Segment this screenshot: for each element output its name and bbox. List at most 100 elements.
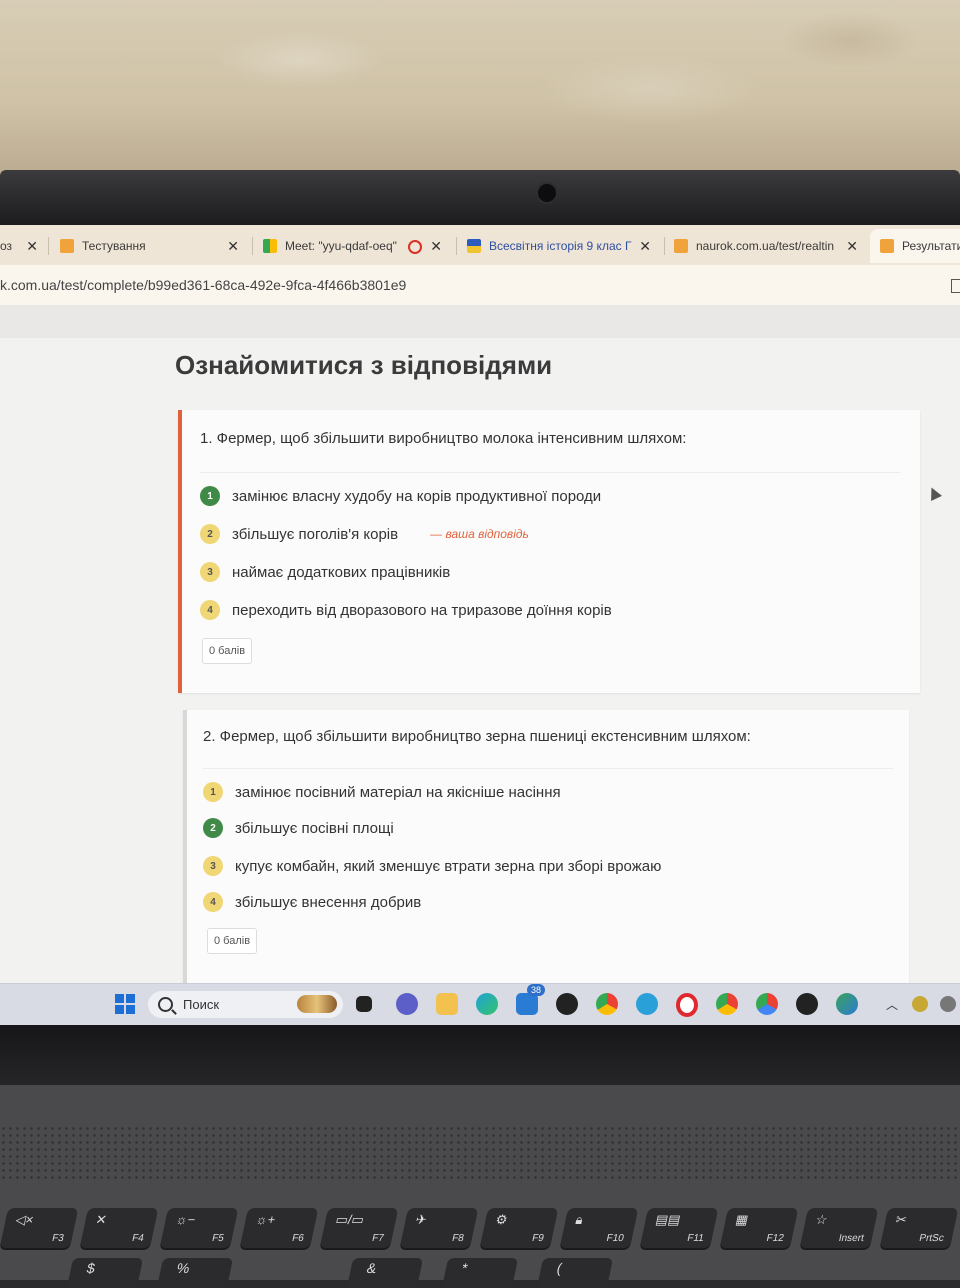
- mute-icon: ◁×: [14, 1212, 35, 1227]
- key-7[interactable]: &: [346, 1258, 424, 1288]
- answer-option: 2 збільшує поголів'я корів — ваша відпов…: [200, 524, 529, 544]
- close-icon[interactable]: ✕: [227, 238, 239, 255]
- key-f9[interactable]: ⚙ F9: [479, 1208, 559, 1248]
- answer-number: 3: [203, 856, 223, 876]
- key-5[interactable]: %: [156, 1258, 234, 1288]
- app-w2-icon[interactable]: [796, 993, 818, 1015]
- chrome-profile-icon[interactable]: [596, 993, 618, 1015]
- answer-text: замінює власну худобу на корів продуктив…: [232, 487, 602, 505]
- tab-3[interactable]: Всесвітня історія 9 клас Г ✕: [467, 229, 657, 263]
- key-f3[interactable]: ◁× F3: [0, 1208, 79, 1248]
- naurok-favicon-icon: [674, 239, 688, 253]
- telegram-icon[interactable]: [636, 993, 658, 1015]
- mail-icon[interactable]: [516, 993, 538, 1015]
- taskbar-search[interactable]: Поиск: [148, 991, 343, 1018]
- address-bar[interactable]: k.com.ua/test/complete/b99ed361-68ca-492…: [0, 265, 960, 306]
- your-answer-label: — ваша відповідь: [430, 527, 529, 541]
- answer-option: 1 замінює власну худобу на корів продукт…: [200, 486, 601, 506]
- keyboard-icon: ▤▤: [654, 1212, 682, 1227]
- tab-label: оз: [0, 239, 13, 253]
- key-insert[interactable]: ☆ Insert: [799, 1208, 879, 1248]
- tab-5-active[interactable]: Результати: [870, 229, 960, 263]
- tab-label: Meet: "yyu-qdaf-oeq": [285, 239, 397, 253]
- screen: оз ✕ Тестування ✕ Meet: "yyu-qdaf-oeq" ✕…: [0, 225, 960, 1025]
- tab-2[interactable]: Meet: "yyu-qdaf-oeq" ✕: [263, 229, 448, 263]
- page-header-strip: [0, 305, 960, 338]
- meet-favicon-icon: [263, 239, 277, 253]
- page-title: Ознайомитися з відповідями: [175, 350, 553, 380]
- answer-number: 4: [203, 892, 223, 912]
- laptop-deck: [0, 1085, 960, 1280]
- tab-4[interactable]: naurok.com.ua/test/realtin ✕: [674, 229, 864, 263]
- chrome-icon[interactable]: [716, 993, 738, 1015]
- file-explorer-icon[interactable]: [436, 993, 458, 1015]
- airplane-icon: ✈: [414, 1212, 429, 1227]
- display-icon: ▭/▭: [334, 1212, 366, 1227]
- score-badge: 0 балів: [207, 928, 258, 954]
- answer-option: 2 збільшує посівні площі: [203, 818, 394, 838]
- tab-label: naurok.com.ua/test/realtin: [696, 239, 835, 253]
- close-icon[interactable]: ✕: [26, 238, 38, 255]
- tab-0[interactable]: оз ✕: [0, 229, 42, 263]
- score-badge: 0 балів: [202, 638, 253, 664]
- key-f4[interactable]: ✕ F4: [79, 1208, 159, 1248]
- globe-icon[interactable]: [836, 993, 858, 1015]
- answer-text: замінює посівний матеріал на якісніше на…: [235, 783, 561, 801]
- brightness-up-icon: ☼+: [254, 1212, 277, 1227]
- chevron-up-icon[interactable]: ︿: [886, 996, 898, 1013]
- key-f11[interactable]: ▤▤ F11: [639, 1208, 719, 1248]
- naurok-favicon-icon: [880, 239, 894, 253]
- answer-option: 4 переходить від дворазового на триразов…: [200, 600, 612, 620]
- webcam: [536, 182, 558, 204]
- mail-badge: 38: [527, 984, 546, 996]
- tab-label: Результати: [902, 239, 960, 253]
- key-9[interactable]: (: [536, 1258, 614, 1288]
- sidebar-icon[interactable]: [951, 279, 960, 293]
- tab-1[interactable]: Тестування ✕: [60, 229, 245, 263]
- question-card-2: 2. Фермер, щоб збільшити виробництво зер…: [183, 710, 909, 995]
- app-w-icon[interactable]: [556, 993, 578, 1015]
- screenshot-icon: ✂: [894, 1212, 909, 1227]
- mic-mute-icon: ✕: [94, 1212, 109, 1227]
- key-f6[interactable]: ☼+ F6: [239, 1208, 319, 1248]
- answer-number: 2: [200, 524, 220, 544]
- tray-app-icon[interactable]: [912, 996, 928, 1012]
- answer-number: 1: [203, 782, 223, 802]
- settings-icon: ⚙: [494, 1212, 510, 1227]
- answer-number-correct: 1: [200, 486, 220, 506]
- windows-start-icon[interactable]: [115, 994, 135, 1014]
- question-text: 1. Фермер, щоб збільшити виробництво мол…: [200, 430, 687, 447]
- key-f8[interactable]: ✈ F8: [399, 1208, 479, 1248]
- key-8[interactable]: *: [441, 1258, 519, 1288]
- close-icon[interactable]: ✕: [430, 238, 442, 255]
- key-f5[interactable]: ☼− F5: [159, 1208, 239, 1248]
- answer-text: переходить від дворазового на триразове …: [232, 601, 612, 619]
- edge-icon[interactable]: [476, 993, 498, 1015]
- search-highlight-image: [297, 995, 337, 1013]
- key-4[interactable]: $: [66, 1258, 144, 1288]
- answer-text: збільшує внесення добрив: [235, 893, 422, 911]
- page-content: Ознайомитися з відповідями 1. Фермер, що…: [0, 338, 960, 995]
- tab-label: Всесвітня історія 9 клас Г: [489, 239, 632, 253]
- answer-option: 4 збільшує внесення добрив: [203, 892, 421, 912]
- task-view-icon[interactable]: [356, 996, 372, 1012]
- key-prtsc[interactable]: ✂ PrtSc: [879, 1208, 959, 1248]
- laptop-top-bezel: [0, 170, 960, 225]
- key-f7[interactable]: ▭/▭ F7: [319, 1208, 399, 1248]
- url-text[interactable]: k.com.ua/test/complete/b99ed361-68ca-492…: [0, 277, 406, 293]
- close-icon[interactable]: ✕: [639, 238, 651, 255]
- key-f12[interactable]: ▦ F12: [719, 1208, 799, 1248]
- search-icon: [158, 997, 173, 1012]
- close-icon[interactable]: ✕: [846, 238, 858, 255]
- lock-icon: 🔒︎: [574, 1212, 585, 1227]
- key-f10[interactable]: 🔒︎ F10: [559, 1208, 639, 1248]
- answer-text: купує комбайн, який зменшує втрати зерна…: [235, 857, 662, 875]
- meet-icon[interactable]: [396, 993, 418, 1015]
- answer-number: 4: [200, 600, 220, 620]
- star-icon: ☆: [814, 1212, 830, 1227]
- opera-icon[interactable]: [676, 993, 698, 1017]
- answer-option: 1 замінює посівний матеріал на якісніше …: [203, 782, 561, 802]
- sync-icon[interactable]: [940, 996, 956, 1012]
- answer-number-correct: 2: [203, 818, 223, 838]
- chrome-red-icon[interactable]: [756, 993, 778, 1015]
